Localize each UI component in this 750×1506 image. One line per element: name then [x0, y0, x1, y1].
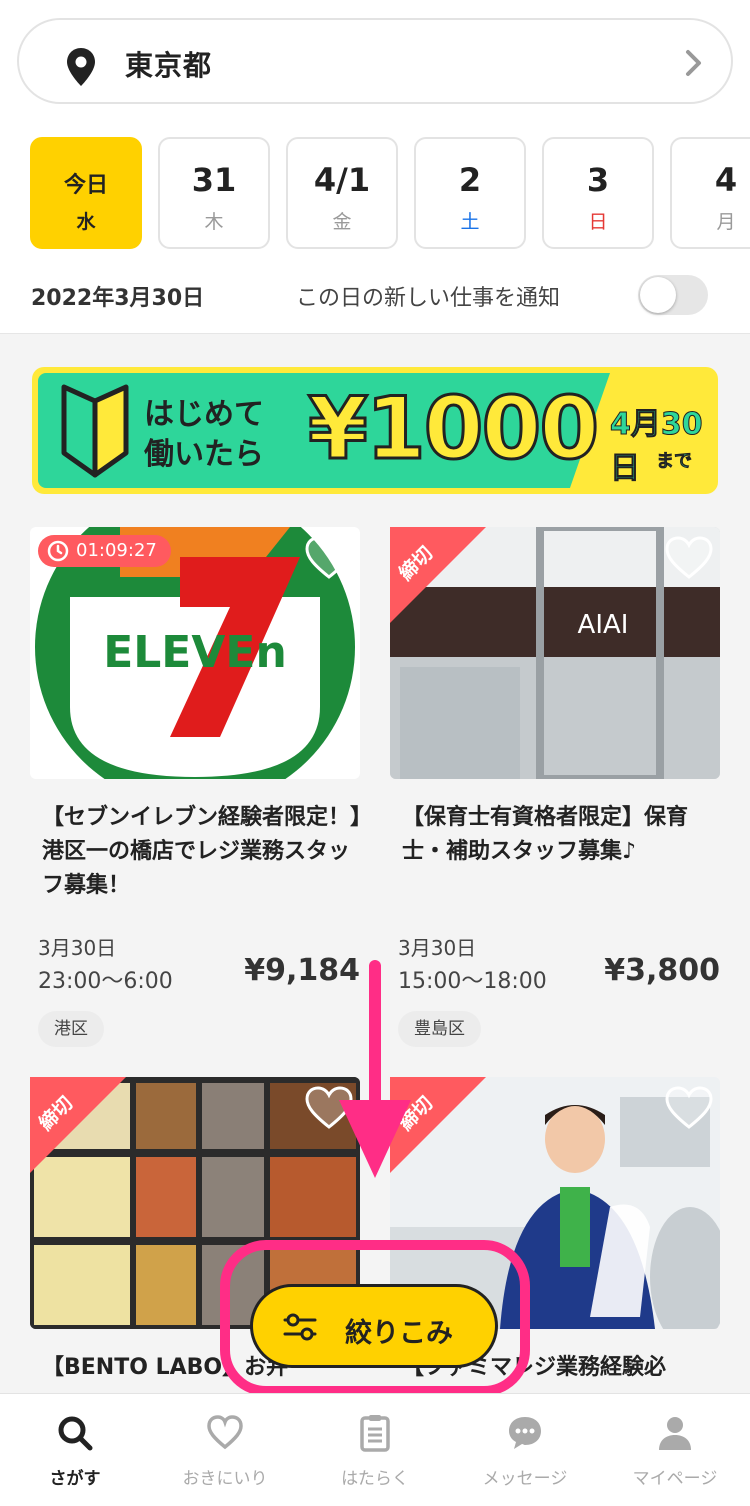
- date-weekday: 土: [460, 211, 480, 233]
- job-price: ¥3,800: [604, 953, 720, 988]
- job-title: 【セブンイレブン経験者限定！】港区一の橋店でレジ業務スタッフ募集！: [42, 805, 362, 898]
- date-weekday: 日: [588, 211, 608, 233]
- store-sign-text: AIAI: [578, 610, 629, 640]
- date-day: 今日: [63, 173, 108, 198]
- tab-label: さがす: [49, 1469, 101, 1489]
- date-chip-today[interactable]: 今日 水: [30, 137, 142, 249]
- date-selector: 今日 水 31 木 4/1 金 2 土 3 日 4 月: [30, 137, 750, 249]
- tab-search[interactable]: さがす: [0, 1394, 150, 1506]
- chevron-right-icon: [686, 50, 701, 76]
- date-day: 4/1: [313, 161, 371, 199]
- job-card[interactable]: ELEVEn 01:09:27 【セブンイレブン経験者限定！】港区一の橋店でレジ…: [30, 527, 362, 1047]
- location-selector[interactable]: 東京都: [17, 18, 733, 104]
- tab-label: はたらく: [341, 1469, 409, 1489]
- notify-toggle[interactable]: [638, 275, 708, 315]
- tab-work[interactable]: はたらく: [300, 1394, 450, 1506]
- search-icon: [58, 1416, 93, 1451]
- date-chip[interactable]: 31 木: [158, 137, 270, 249]
- banner-amount: ¥1000: [306, 378, 600, 481]
- date-weekday: 金: [332, 211, 352, 233]
- job-time: 23:00〜6:00: [38, 969, 173, 994]
- location-name: 東京都: [125, 49, 213, 82]
- date-chip[interactable]: 2 土: [414, 137, 526, 249]
- tab-label: マイページ: [632, 1469, 718, 1489]
- tab-favorites[interactable]: おきにいり: [150, 1394, 300, 1506]
- countdown-timer: 01:09:27: [38, 535, 171, 567]
- heart-icon[interactable]: [664, 535, 714, 581]
- chat-bubble-icon: [509, 1417, 541, 1449]
- banner-line1: はじめて: [144, 397, 264, 432]
- banner-until: まで: [656, 451, 693, 473]
- date-day: 3: [586, 161, 610, 199]
- person-icon: [659, 1417, 691, 1450]
- date-day: 2: [458, 161, 482, 199]
- date-chip[interactable]: 3 日: [542, 137, 654, 249]
- notify-label: この日の新しい仕事を通知: [296, 286, 561, 311]
- job-date: 3月30日: [38, 936, 117, 960]
- map-pin-icon: [67, 48, 95, 86]
- filter-button[interactable]: 絞りこみ: [250, 1284, 498, 1368]
- clock-icon: [47, 540, 69, 562]
- job-time: 15:00〜18:00: [398, 969, 547, 994]
- banner-text: はじめて 働いたら: [144, 395, 264, 475]
- date-chip[interactable]: 4/1 金: [286, 137, 398, 249]
- tab-mypage[interactable]: マイページ: [600, 1394, 750, 1506]
- selected-date: 2022年3月30日: [31, 286, 205, 311]
- date-day: 31: [191, 161, 237, 199]
- toggle-knob: [640, 277, 676, 313]
- svg-text:ELEVEn: ELEVEn: [103, 627, 287, 678]
- bottom-tab-bar: さがす おきにいり はたらく メッセージ マイページ: [0, 1393, 750, 1506]
- heart-icon: [207, 1415, 243, 1450]
- date-weekday: 月: [716, 211, 736, 233]
- banner-deadline: 4月30日: [610, 407, 704, 487]
- job-card[interactable]: AIAI 締切 【保育士有資格者限定】保育士・補助スタッフ募集♪ 3月30日 1…: [390, 527, 720, 1047]
- area-tag: 港区: [38, 1011, 104, 1047]
- clipboard-icon: [360, 1415, 390, 1452]
- date-chip[interactable]: 4 月: [670, 137, 750, 249]
- job-date: 3月30日: [398, 936, 477, 960]
- filter-button-label: 絞りこみ: [345, 1318, 453, 1349]
- header-area: 東京都 今日 水 31 木 4/1 金 2 土 3 日 4 月 2022年3月3…: [0, 0, 750, 334]
- promo-banner[interactable]: はじめて 働いたら ¥1000 4月30日 まで: [32, 367, 718, 494]
- heart-icon[interactable]: [664, 1085, 714, 1131]
- annotation-arrow-icon: [339, 960, 411, 1178]
- tab-label: メッセージ: [482, 1469, 568, 1489]
- filter-sliders-icon: [283, 1313, 317, 1341]
- date-day: 4: [714, 161, 738, 199]
- tab-label: おきにいり: [182, 1469, 268, 1489]
- banner-line2: 働いたら: [144, 437, 264, 472]
- tab-messages[interactable]: メッセージ: [450, 1394, 600, 1506]
- heart-icon[interactable]: [304, 535, 354, 581]
- beginner-mark-icon: [61, 384, 129, 478]
- date-weekday: 木: [204, 211, 224, 233]
- date-weekday: 水: [76, 211, 96, 233]
- timer-value: 01:09:27: [76, 540, 157, 561]
- job-title: 【保育士有資格者限定】保育士・補助スタッフ募集♪: [402, 805, 689, 864]
